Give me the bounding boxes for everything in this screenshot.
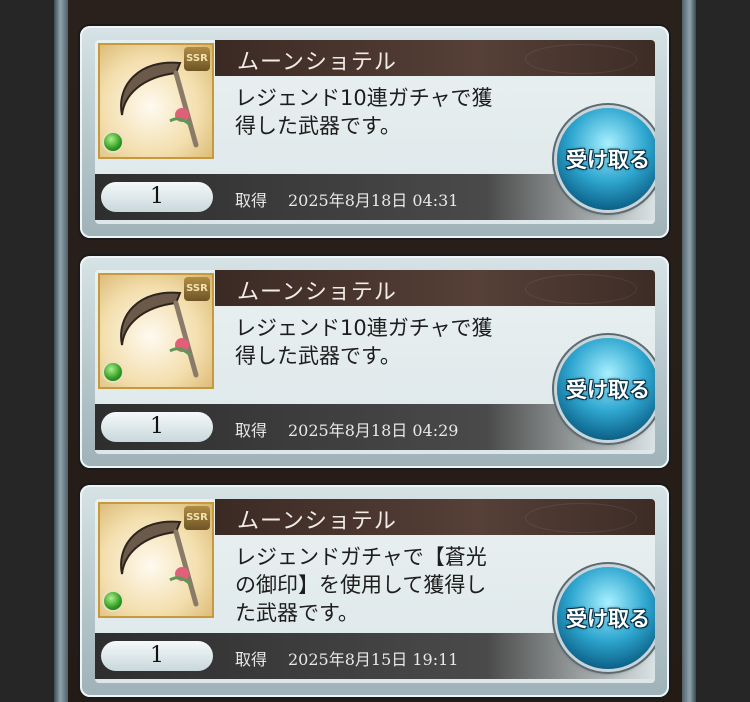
receive-button[interactable]: 受け取る: [557, 338, 655, 440]
acquired-date: 2025年8月18日 04:29: [288, 421, 459, 440]
acquired-label: 取得: [235, 191, 268, 210]
acquired-label: 取得: [235, 421, 268, 440]
wind-element-icon: [102, 131, 124, 153]
item-quantity: 1: [101, 641, 213, 671]
acquired-date: 2025年8月15日 19:11: [288, 650, 459, 669]
gift-item-card: SSR ムーンショテル レジェンド10連ガチャで獲 得した武器です。 1 取得 …: [80, 26, 669, 238]
acquired-date: 2025年8月18日 04:31: [288, 191, 459, 210]
item-description: レジェンド10連ガチャで獲 得した武器です。: [235, 316, 493, 368]
item-title: ムーンショテル: [237, 50, 397, 75]
item-title-bar: ムーンショテル: [215, 270, 655, 306]
item-quantity: 1: [101, 182, 213, 212]
weapon-thumbnail: SSR: [98, 43, 214, 159]
gift-item-card: SSR ムーンショテル レジェンド10連ガチャで獲 得した武器です。 1 取得 …: [80, 256, 669, 468]
right-frame-rail: [682, 0, 696, 702]
receive-button-label: 受け取る: [566, 148, 650, 172]
rarity-badge: SSR: [184, 47, 210, 71]
item-title: ムーンショテル: [237, 509, 397, 534]
item-description: レジェンド10連ガチャで獲 得した武器です。: [235, 86, 493, 138]
receive-button[interactable]: 受け取る: [557, 567, 655, 669]
acquired-label: 取得: [235, 650, 268, 669]
weapon-thumbnail: SSR: [98, 502, 214, 618]
receive-button-label: 受け取る: [566, 378, 650, 402]
weapon-thumbnail: SSR: [98, 273, 214, 389]
item-description: レジェンドガチャで【蒼光 の御印】を使用して獲得し た武器です。: [235, 545, 487, 625]
item-quantity: 1: [101, 412, 213, 442]
item-title-bar: ムーンショテル: [215, 499, 655, 535]
rarity-badge: SSR: [184, 277, 210, 301]
receive-button-label: 受け取る: [566, 607, 650, 631]
left-frame-rail: [54, 0, 68, 702]
wind-element-icon: [102, 361, 124, 383]
item-title: ムーンショテル: [237, 280, 397, 305]
gift-item-panel: SSR ムーンショテル レジェンドガチャで【蒼光 の御印】を使用して獲得し た武…: [95, 499, 655, 683]
rarity-badge: SSR: [184, 506, 210, 530]
gift-item-panel: SSR ムーンショテル レジェンド10連ガチャで獲 得した武器です。 1 取得 …: [95, 270, 655, 454]
gift-item-card: SSR ムーンショテル レジェンドガチャで【蒼光 の御印】を使用して獲得し た武…: [80, 485, 669, 697]
receive-button[interactable]: 受け取る: [557, 108, 655, 210]
wind-element-icon: [102, 590, 124, 612]
item-title-bar: ムーンショテル: [215, 40, 655, 76]
gift-item-panel: SSR ムーンショテル レジェンド10連ガチャで獲 得した武器です。 1 取得 …: [95, 40, 655, 224]
